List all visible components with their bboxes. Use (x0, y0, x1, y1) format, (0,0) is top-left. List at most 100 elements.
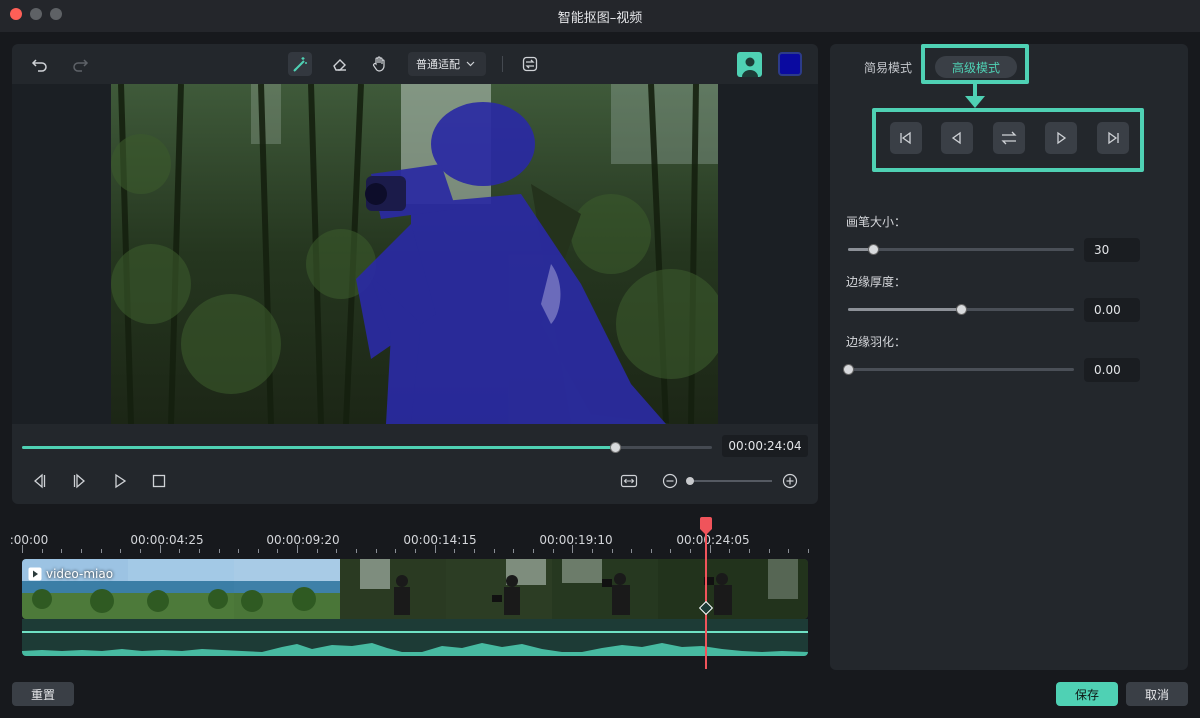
progress-slider[interactable] (22, 442, 712, 453)
slider-fill (848, 308, 961, 311)
save-button[interactable]: 保存 (1056, 682, 1118, 706)
ruler-tick (808, 549, 809, 553)
reset-button[interactable]: 重置 (12, 682, 74, 706)
preview-panel: 普通适配 00:00:24:04 (12, 44, 818, 504)
play-icon (115, 473, 127, 489)
previous-frame-button[interactable] (28, 470, 50, 492)
zoom-in-button[interactable] (779, 470, 801, 492)
edge-thickness-label: 边缘厚度： (846, 275, 907, 289)
fit-timeline-button[interactable] (618, 470, 640, 492)
fit-mode-select[interactable]: 普通适配 (408, 52, 486, 76)
edge-feather-slider[interactable] (843, 364, 1074, 375)
ruler-tick (650, 549, 652, 553)
ruler-label: 00:00:04:25 (130, 533, 204, 547)
window-title: 智能抠图–视频 (557, 10, 643, 26)
clip-thumbnail (764, 559, 808, 619)
mask-color-swatch[interactable] (778, 52, 802, 76)
ruler-label: 00:00:19:10 (539, 533, 613, 547)
ruler-tick (415, 549, 416, 553)
hand-button[interactable] (368, 52, 392, 76)
eraser-icon (333, 59, 346, 71)
video-track[interactable]: video-miao (22, 559, 808, 619)
ruler-tick (591, 549, 593, 553)
ruler-label: 00:00:14:15 (403, 533, 477, 547)
close-window-button[interactable] (10, 8, 22, 20)
zoom-slider[interactable] (688, 480, 772, 482)
ruler-tick (139, 549, 141, 553)
stop-button[interactable] (148, 470, 170, 492)
clip-name: video-miao (46, 567, 114, 581)
redo-button[interactable] (68, 52, 92, 76)
play-button[interactable] (109, 470, 131, 492)
swap-icon (522, 56, 538, 72)
minimize-window-button[interactable] (30, 8, 42, 20)
editor-toolbar: 普通适配 (12, 44, 818, 84)
video-clip-icon (28, 567, 42, 581)
ruler-tick (297, 545, 299, 553)
person-mask-button[interactable] (737, 52, 762, 77)
undo-button[interactable] (28, 52, 52, 76)
tab-simple-mode[interactable]: 简易模式 (856, 56, 920, 78)
clip-thumbnail (234, 559, 340, 619)
ruler-tick (788, 549, 790, 553)
ruler-tick (473, 549, 475, 553)
person-icon (741, 57, 758, 77)
zoom-window-button[interactable] (50, 8, 62, 20)
clip-thumbnail (446, 559, 552, 619)
ruler-tick (277, 549, 279, 553)
ruler-tick (238, 549, 240, 553)
skip-to-end-icon (1108, 131, 1119, 145)
brush-size-slider[interactable] (848, 244, 1074, 255)
clip-label: video-miao (28, 567, 113, 581)
next-frame-button[interactable] (69, 470, 91, 492)
eraser-button[interactable] (328, 52, 352, 76)
track-backward-button[interactable] (941, 122, 973, 154)
video-preview[interactable] (111, 84, 718, 424)
ruler-tick (434, 545, 436, 553)
smart-brush-button[interactable] (288, 52, 312, 76)
current-timecode: 00:00:24:04 (722, 435, 808, 457)
track-backward-icon (951, 131, 961, 145)
cancel-button[interactable]: 取消 (1126, 682, 1188, 706)
ruler-tick (316, 549, 318, 553)
slider-thumb[interactable] (843, 364, 854, 375)
brush-size-input[interactable]: 30 (1084, 238, 1140, 262)
slider-thumb[interactable] (867, 244, 879, 255)
jump-to-end-button[interactable] (1097, 122, 1129, 154)
hand-icon (373, 56, 385, 72)
playhead[interactable] (704, 521, 707, 669)
audio-waveform (22, 643, 808, 656)
jump-to-start-button[interactable] (890, 122, 922, 154)
smart-brush-icon (293, 57, 307, 72)
settings-panel: 简易模式 高级模式 画笔大小： 30 边缘厚度： 0.00 边缘羽化： 0.00 (830, 44, 1188, 670)
clip-thumbnail (340, 559, 446, 619)
window-controls (10, 8, 62, 20)
fit-mode-label: 普通适配 (416, 58, 460, 71)
playback-progress: 00:00:24:04 (12, 432, 818, 462)
redo-icon (73, 59, 89, 72)
arrow-down-icon (965, 96, 985, 108)
ruler-tick (218, 549, 220, 553)
zoom-thumb[interactable] (686, 477, 694, 485)
zoom-out-button[interactable] (659, 470, 681, 492)
track-bidirectional-button[interactable] (993, 122, 1025, 154)
ruler-tick (670, 549, 672, 553)
swap-button[interactable] (518, 52, 542, 76)
ruler-tick (611, 549, 613, 553)
slider-thumb[interactable] (956, 304, 967, 315)
progress-thumb[interactable] (610, 442, 622, 453)
timeline-ruler[interactable]: :00:00 00:00:04:25 00:00:09:20 00:00:14:… (10, 515, 809, 555)
track-forward-button[interactable] (1045, 122, 1077, 154)
ruler-tick (80, 549, 82, 553)
highlight-box (921, 44, 1029, 84)
title-bar: 智能抠图–视频 (0, 0, 1200, 32)
edge-thickness-slider[interactable] (848, 304, 1074, 315)
edge-feather-input[interactable]: 0.00 (1084, 358, 1140, 382)
track-forward-icon (1057, 131, 1067, 145)
ruler-tick (454, 549, 456, 553)
playback-controls (12, 466, 818, 496)
ruler-tick (552, 549, 554, 553)
edge-thickness-input[interactable]: 0.00 (1084, 298, 1140, 322)
audio-track[interactable] (22, 619, 808, 656)
ruler-tick (120, 549, 122, 553)
